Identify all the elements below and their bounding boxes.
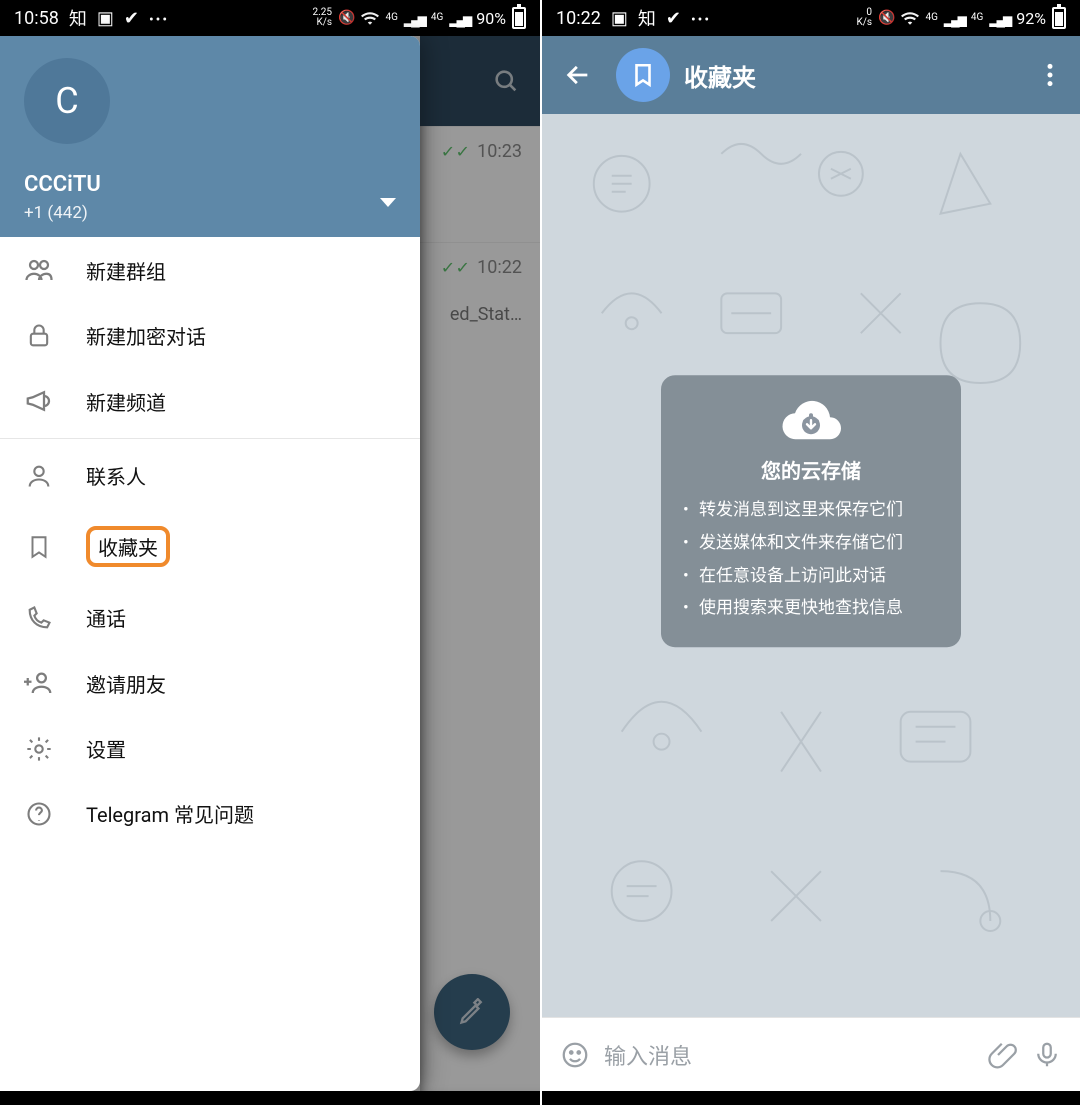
mute-icon: 🔇 <box>338 10 355 26</box>
account-phone: +1 (442) <box>24 203 396 223</box>
gear-icon <box>22 735 56 763</box>
more-notif-icon <box>149 8 169 29</box>
menu-item-label: 新建加密对话 <box>86 321 398 350</box>
invite-icon <box>22 668 56 698</box>
signal-icon-2 <box>989 9 1010 28</box>
menu-contacts[interactable]: 联系人 <box>0 443 420 508</box>
toolbar: 收藏夹 <box>542 36 1080 114</box>
message-input-bar: 输入消息 <box>542 1017 1080 1091</box>
mic-icon[interactable] <box>1032 1040 1062 1070</box>
battery-pct: 92% <box>1016 9 1046 28</box>
cloud-download-icon <box>681 396 941 446</box>
status-time: 10:58 <box>14 8 59 29</box>
menu-calls[interactable]: 通话 <box>0 585 420 650</box>
saved-messages-avatar[interactable] <box>616 48 670 102</box>
person-icon <box>22 462 56 490</box>
notif-icon: 知 <box>638 5 656 31</box>
more-notif-icon <box>691 8 711 29</box>
screen-left: 10:58 知 ▣ ✔ 2.25K/s 🔇 4G 4G 90% <box>0 0 540 1105</box>
help-icon <box>22 800 56 828</box>
message-input[interactable]: 输入消息 <box>604 1039 974 1071</box>
empty-state-card: 您的云存储 转发消息到这里来保存它们 发送媒体和文件来存储它们 在任意设备上访问… <box>661 376 961 648</box>
attach-icon[interactable] <box>988 1040 1018 1070</box>
check-icon: ✔ <box>666 8 681 29</box>
menu-item-label: 新建频道 <box>86 387 398 416</box>
bookmark-icon <box>22 534 56 560</box>
back-button[interactable] <box>554 53 602 97</box>
empty-bullet: 使用搜索来更快地查找信息 <box>681 596 941 621</box>
signal-icon <box>404 9 425 28</box>
net-label: 4G <box>925 13 937 23</box>
group-icon <box>22 255 56 285</box>
menu-item-label: 联系人 <box>86 461 398 490</box>
menu-item-label: 通话 <box>86 603 398 632</box>
chevron-down-icon[interactable] <box>380 198 396 207</box>
status-time: 10:22 <box>556 8 601 29</box>
notif-icon: 知 <box>69 5 87 31</box>
status-bar: 10:58 知 ▣ ✔ 2.25K/s 🔇 4G 4G 90% <box>0 0 540 36</box>
empty-bullet: 发送媒体和文件来存储它们 <box>681 531 941 556</box>
menu-item-label: 设置 <box>86 734 398 763</box>
menu-faq[interactable]: Telegram 常见问题 <box>0 781 420 846</box>
battery-icon <box>1052 7 1066 29</box>
menu-new-group[interactable]: 新建群组 <box>0 237 420 303</box>
menu-item-label: 新建群组 <box>86 256 398 285</box>
lock-icon <box>22 322 56 350</box>
drawer-header[interactable]: C CCCiTU +1 (442) <box>0 36 420 237</box>
phone-icon <box>22 604 56 632</box>
menu-item-label: 邀请朋友 <box>86 669 398 698</box>
battery-pct: 90% <box>476 9 506 28</box>
empty-title: 您的云存储 <box>681 456 941 485</box>
menu-settings[interactable]: 设置 <box>0 716 420 781</box>
emoji-icon[interactable] <box>560 1040 590 1070</box>
nav-drawer: C CCCiTU +1 (442) 新建群组 新建加密对话 <box>0 36 420 1091</box>
chat-background: 您的云存储 转发消息到这里来保存它们 发送媒体和文件来存储它们 在任意设备上访问… <box>542 114 1080 1017</box>
divider <box>0 438 420 439</box>
gallery-icon: ▣ <box>611 8 628 29</box>
mute-icon: 🔇 <box>878 10 895 26</box>
menu-saved-messages[interactable]: 收藏夹 <box>0 508 420 585</box>
net-label: 4G <box>385 13 397 23</box>
screen-right: 10:22 ▣ 知 ✔ 0K/s 🔇 4G 4G 92% <box>540 0 1080 1105</box>
check-icon: ✔ <box>124 8 139 29</box>
wifi-icon <box>901 11 919 25</box>
menu-new-secret-chat[interactable]: 新建加密对话 <box>0 303 420 368</box>
nav-bar <box>542 1091 1080 1105</box>
menu-invite-friends[interactable]: 邀请朋友 <box>0 650 420 716</box>
overflow-menu[interactable] <box>1032 54 1068 96</box>
signal-icon <box>944 9 965 28</box>
avatar[interactable]: C <box>24 58 110 144</box>
empty-bullet: 在任意设备上访问此对话 <box>681 564 941 589</box>
signal-icon-2 <box>449 9 470 28</box>
menu-item-label: Telegram 常见问题 <box>86 799 398 828</box>
battery-icon <box>512 7 526 29</box>
gallery-icon: ▣ <box>97 8 114 29</box>
empty-bullet: 转发消息到这里来保存它们 <box>681 499 941 524</box>
menu-new-channel[interactable]: 新建频道 <box>0 368 420 434</box>
nav-bar <box>0 1091 540 1105</box>
account-name: CCCiTU <box>24 172 396 197</box>
megaphone-icon <box>22 386 56 416</box>
page-title: 收藏夹 <box>684 58 756 93</box>
menu-item-label: 收藏夹 <box>86 526 170 567</box>
status-bar: 10:22 ▣ 知 ✔ 0K/s 🔇 4G 4G 92% <box>542 0 1080 36</box>
wifi-icon <box>361 11 379 25</box>
